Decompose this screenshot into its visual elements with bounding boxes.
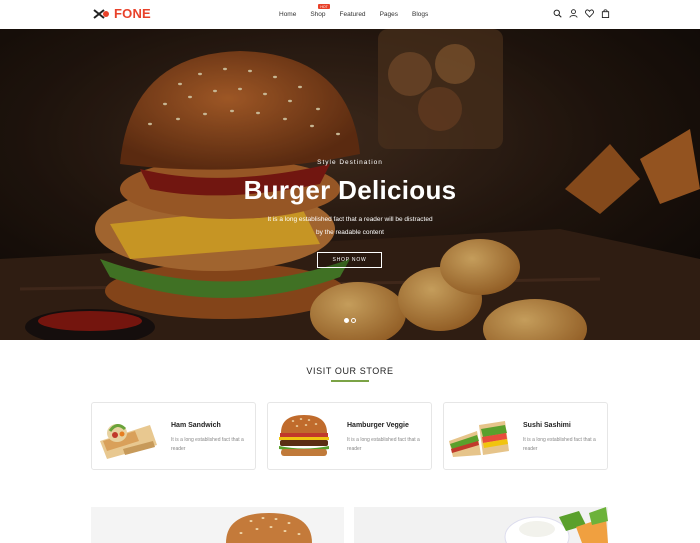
nav-shop-label: Shop — [310, 11, 326, 18]
hero-subtitle: Style Destination — [317, 159, 383, 166]
nav-pages[interactable]: Pages — [380, 10, 398, 19]
promo-banner-right[interactable] — [354, 507, 608, 543]
slider-dots — [344, 318, 358, 323]
burger-image — [279, 415, 329, 456]
burger-banner-image — [226, 513, 312, 543]
search-icon[interactable] — [553, 9, 562, 18]
heart-icon[interactable] — [585, 9, 594, 18]
slider-dot-2[interactable] — [351, 318, 356, 323]
header-actions — [553, 9, 617, 18]
logo-text: FONE — [114, 6, 151, 21]
card-description: It is a long established fact that a rea… — [347, 437, 420, 452]
slider-dot-1[interactable] — [344, 318, 349, 323]
store-card[interactable]: Ham Sandwich It is a long established fa… — [91, 402, 256, 470]
section-underline — [331, 380, 369, 382]
wrap-image — [100, 424, 157, 459]
main-nav: Home Shop HOT Featured Pages Blogs — [279, 4, 428, 19]
section-title: VISIT OUR STORE — [306, 366, 394, 376]
nav-home[interactable]: Home — [279, 10, 296, 19]
user-icon[interactable] — [569, 9, 578, 18]
store-cards: Ham Sandwich It is a long established fa… — [91, 402, 619, 470]
sandwich-image — [449, 421, 509, 457]
logo[interactable]: FONE — [92, 6, 151, 22]
nav-shop[interactable]: Shop HOT — [310, 4, 330, 19]
hero-slider: Style Destination Burger Delicious It is… — [0, 29, 700, 340]
nav-featured[interactable]: Featured — [340, 10, 366, 19]
salad-banner-image — [504, 507, 608, 543]
hero-title: Burger Delicious — [243, 175, 457, 205]
logo-mark-icon — [93, 9, 109, 19]
hot-badge: HOT — [318, 4, 330, 9]
site-header: FONE Home Shop HOT Featured Pages Blogs — [0, 0, 700, 29]
nav-blogs[interactable]: Blogs — [412, 10, 428, 19]
store-card[interactable]: Hamburger Veggie It is a long establishe… — [267, 402, 432, 470]
card-title: Sushi Sashimi — [523, 422, 571, 429]
card-description: It is a long established fact that a rea… — [523, 437, 596, 452]
shop-now-button[interactable]: SHOP NOW — [317, 252, 382, 268]
card-title: Ham Sandwich — [171, 422, 221, 429]
card-description: It is a long established fact that a rea… — [171, 437, 244, 452]
bag-icon[interactable] — [601, 9, 610, 18]
store-card[interactable]: Sushi Sashimi It is a long established f… — [443, 402, 608, 470]
card-title: Hamburger Veggie — [347, 422, 409, 429]
promo-banner-left[interactable] — [91, 507, 344, 543]
hero-description: It is a long established fact that a rea… — [267, 216, 433, 236]
